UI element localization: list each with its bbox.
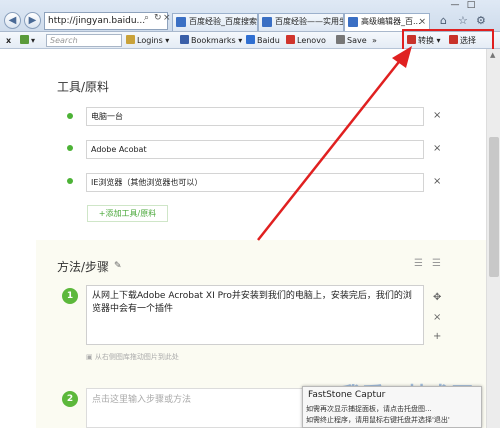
scroll-up-icon[interactable]: ▲ bbox=[490, 51, 495, 59]
lenovo-link[interactable]: Lenovo bbox=[286, 34, 326, 47]
gear-icon[interactable]: ⚙ bbox=[476, 14, 486, 27]
forward-button[interactable]: ▶ bbox=[24, 12, 41, 29]
bookmarks-button[interactable]: Bookmarks ▾ bbox=[180, 34, 242, 47]
bullet-dot bbox=[67, 145, 73, 151]
logins-button[interactable]: Logins ▾ bbox=[126, 34, 169, 47]
ordered-list-icon[interactable]: ☰ bbox=[414, 258, 423, 269]
save-button[interactable]: Save bbox=[336, 34, 367, 47]
more-icon[interactable]: » bbox=[372, 34, 377, 47]
image-drop-hint: ▣ 从右侧图库拖动图片到此处 bbox=[86, 353, 179, 361]
bullet-dot bbox=[67, 113, 73, 119]
page-scrollbar[interactable]: ▲ bbox=[486, 49, 500, 428]
baidu-icon bbox=[246, 35, 255, 44]
addon-icon[interactable]: ▾ bbox=[20, 34, 35, 47]
unordered-list-icon[interactable]: ☰ bbox=[432, 258, 441, 269]
delete-tool-icon[interactable]: × bbox=[433, 110, 441, 121]
baidu-link[interactable]: Baidu bbox=[246, 34, 280, 47]
faststone-notification: FastStone Captur 如需再次显示捕捉面板，请点击托盘图... 如需… bbox=[302, 386, 482, 428]
baidu-favicon-icon bbox=[262, 17, 272, 27]
move-step-icon[interactable]: ✥ bbox=[433, 292, 441, 303]
delete-tool-icon[interactable]: × bbox=[433, 143, 441, 154]
toolbar-search-input[interactable]: Search bbox=[46, 34, 122, 47]
save-icon bbox=[336, 35, 345, 44]
maximize-button[interactable]: □ bbox=[464, 0, 478, 12]
step-text-box[interactable]: 从网上下载Adobe Acrobat XI Pro并安装到我们的电脑上，安装完后… bbox=[86, 285, 424, 345]
baidu-favicon-icon bbox=[176, 17, 186, 27]
method-section-title: 方法/步骤 bbox=[57, 260, 110, 274]
popup-line: 如需再次显示捕捉面板，请点击托盘图... bbox=[306, 405, 432, 413]
browser-title-bar: ◀ ▶ http://jingyan.baidu... ⌕ ↻ × 百度经验_百… bbox=[0, 0, 500, 32]
highlight-box bbox=[402, 29, 494, 51]
search-icon[interactable]: ⌕ bbox=[144, 13, 149, 23]
tab-baidu-search[interactable]: 百度经验_百度搜索 bbox=[172, 13, 258, 31]
scroll-thumb[interactable] bbox=[489, 137, 499, 277]
image-icon: ▣ bbox=[86, 353, 95, 361]
popup-line: 如需终止程序，请用鼠标右键托盘并选择'退出' bbox=[306, 416, 450, 424]
bullet-dot bbox=[67, 178, 73, 184]
home-icon[interactable]: ⌂ bbox=[440, 14, 447, 27]
close-toolbar-button[interactable]: x bbox=[6, 34, 11, 47]
tool-item-input[interactable]: 电脑一台 bbox=[86, 107, 424, 126]
favorites-star-icon[interactable]: ☆ bbox=[458, 14, 468, 27]
step-number-badge: 1 bbox=[62, 288, 78, 304]
delete-step-icon[interactable]: × bbox=[433, 312, 441, 323]
stop-icon[interactable]: × bbox=[163, 13, 171, 23]
tool-item-input[interactable]: Adobe Acobat bbox=[86, 140, 424, 159]
baidu-favicon-icon bbox=[348, 17, 358, 27]
step-number-badge: 2 bbox=[62, 391, 78, 407]
tool-item-input[interactable]: IE浏览器（其他浏览器也可以） bbox=[86, 173, 424, 192]
lenovo-icon bbox=[286, 35, 295, 44]
tab-baidu-jingyan[interactable]: 百度经验——实用生... bbox=[258, 13, 344, 31]
bookmark-icon bbox=[180, 35, 189, 44]
tools-section-title: 工具/原料 bbox=[57, 80, 110, 94]
add-tool-button[interactable]: +添加工具/原料 bbox=[87, 205, 168, 222]
edit-pencil-icon[interactable]: ✎ bbox=[114, 261, 122, 271]
delete-tool-icon[interactable]: × bbox=[433, 176, 441, 187]
close-tab-icon[interactable]: × bbox=[418, 14, 426, 30]
add-step-icon[interactable]: + bbox=[433, 331, 441, 342]
minimize-button[interactable]: — bbox=[448, 0, 462, 12]
refresh-icon[interactable]: ↻ bbox=[154, 13, 162, 23]
address-bar[interactable]: http://jingyan.baidu... bbox=[44, 12, 168, 30]
popup-title: FastStone Captur bbox=[308, 390, 386, 400]
back-button[interactable]: ◀ bbox=[4, 12, 21, 29]
key-icon bbox=[126, 35, 135, 44]
